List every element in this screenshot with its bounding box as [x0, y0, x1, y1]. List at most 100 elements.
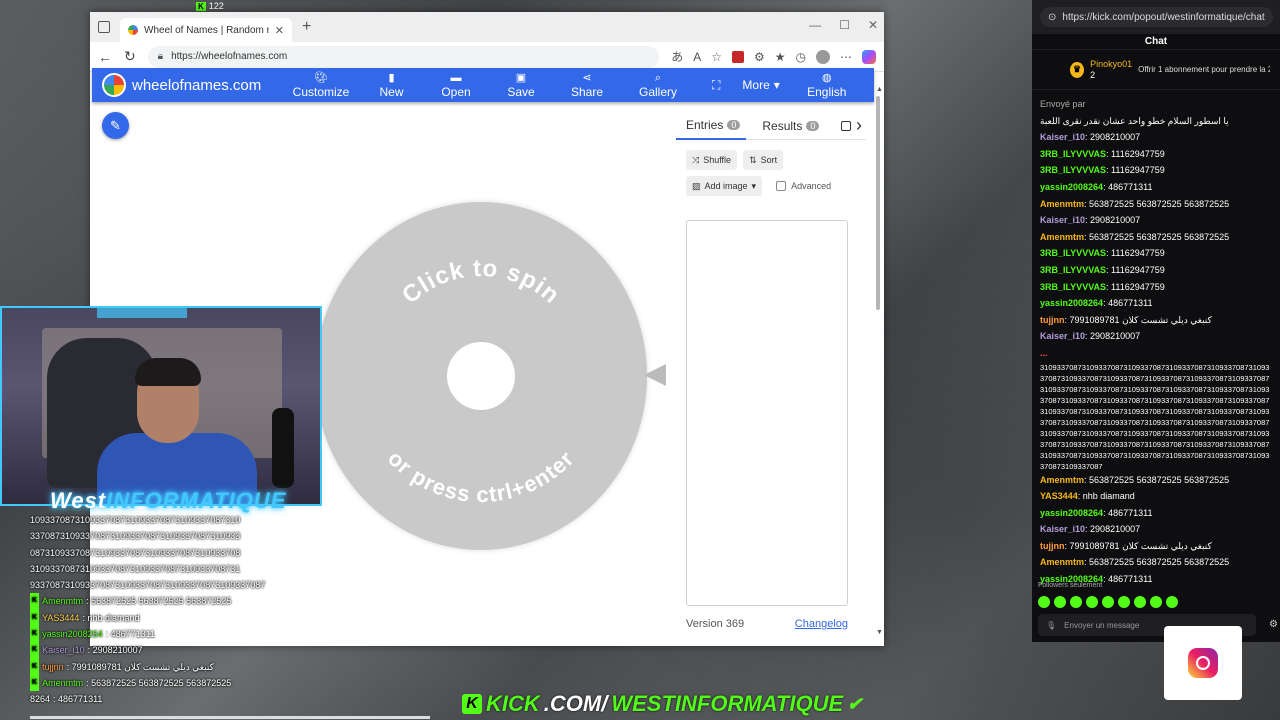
emote-icon[interactable] — [1070, 596, 1082, 608]
minimize-icon[interactable]: — — [809, 18, 821, 32]
emote-icon[interactable] — [1118, 596, 1130, 608]
window-controls: — ☐ ✕ — [809, 18, 878, 32]
new-tab-icon[interactable]: + — [302, 18, 311, 36]
back-icon[interactable]: ← — [98, 49, 112, 65]
kick-word: KICK — [486, 691, 540, 716]
maximize-icon[interactable]: ☐ — [839, 18, 850, 32]
chat-username[interactable]: Kaiser_i10 — [1040, 215, 1085, 225]
crown-icon: ♛ — [1070, 61, 1085, 78]
scrollbar-thumb[interactable] — [876, 96, 880, 310]
refresh-icon[interactable]: ↻ — [124, 48, 136, 65]
extension-icon[interactable] — [731, 50, 744, 63]
emote-icon[interactable] — [1086, 596, 1098, 608]
chat-username[interactable]: YAS3444 — [1040, 491, 1078, 501]
pinned-gift-banner[interactable]: ♛ Pinokyo01 2 Offrir 1 abonnement pour p… — [1032, 50, 1280, 90]
tab-entries[interactable]: Entries 0 — [676, 112, 747, 140]
emote-icon[interactable] — [1134, 596, 1146, 608]
search-icon: ⌕ — [654, 71, 662, 84]
chat-username[interactable]: Amenmtm — [1040, 475, 1084, 485]
chat-message: K Amenmtm: 563872525 563872525 563872525 — [30, 593, 290, 610]
chat-username[interactable]: Kaiser_i10 — [1040, 524, 1085, 534]
chat-username[interactable]: 3RB_ILYVVVAS — [1040, 282, 1106, 292]
open-button[interactable]: ▬ Open — [428, 72, 484, 99]
emote-icon[interactable] — [1166, 596, 1178, 608]
chat-username: 8264 — [30, 694, 51, 705]
chat-username[interactable]: Amenmtm — [1040, 232, 1084, 242]
advanced-checkbox[interactable] — [776, 181, 787, 191]
chat-username[interactable]: yassin2008264 — [1040, 508, 1103, 518]
chat-settings-gear-icon[interactable]: ⚙ — [1269, 619, 1278, 630]
favorites-icon[interactable]: ★ — [775, 50, 786, 64]
close-tab-icon[interactable]: ✕ — [275, 24, 284, 37]
kick-logo-icon: K — [462, 694, 482, 714]
emote-icon[interactable] — [1150, 596, 1162, 608]
tab-results[interactable]: Results 0 — [752, 112, 825, 140]
favorite-icon[interactable]: ☆ — [711, 50, 722, 64]
chat-username[interactable]: 3RB_ILYVVVAS — [1040, 265, 1106, 275]
gallery-button[interactable]: ⌕ Gallery — [616, 72, 700, 99]
advanced-label: Advanced — [791, 181, 832, 191]
chat-username[interactable]: yassin2008264 — [1040, 298, 1103, 308]
reply-label: Envoyé par — [1040, 99, 1086, 109]
chat-username[interactable]: tujjnn — [1040, 541, 1065, 551]
save-button[interactable]: ▣ Save — [484, 72, 558, 99]
copilot-icon[interactable] — [862, 49, 876, 64]
history-icon[interactable]: ◷ — [796, 50, 806, 64]
spin-wheel[interactable]: Click to spin or press ctrl+enter — [315, 202, 647, 550]
chat-username[interactable]: Kaiser_i10 — [1040, 132, 1085, 142]
share-button[interactable]: ⋖ Share — [558, 72, 616, 99]
chat-message: Kaiser_i10: 2908210007 — [1040, 129, 1272, 146]
svg-text:Click to spin: Click to spin — [397, 255, 565, 309]
chat-username[interactable]: Amenmtm — [1040, 199, 1084, 209]
shuffle-button[interactable]: ⤨ Shuffle — [686, 150, 738, 170]
entries-textarea[interactable] — [686, 220, 848, 606]
fullscreen-icon[interactable]: ⛶ — [700, 78, 732, 93]
chat-text: : 563872525 563872525 563872525 — [1084, 557, 1230, 568]
emote-icon[interactable] — [1038, 596, 1050, 608]
more-menu[interactable]: More ▾ — [732, 78, 789, 92]
hide-checkbox[interactable] — [841, 120, 852, 131]
chat-username[interactable]: Kaiser_i10 — [1040, 331, 1085, 341]
read-aloud-icon[interactable]: A — [693, 50, 701, 64]
extensions-icon[interactable]: ⚙ — [754, 50, 765, 64]
advanced-toggle[interactable]: Advanced — [776, 181, 831, 191]
page-scrollbar[interactable]: ▲ ▼ — [876, 86, 883, 636]
lock-icon[interactable]: 🔒︎ — [158, 51, 163, 62]
chat-username[interactable]: 3RB_ILYVVVAS — [1040, 165, 1106, 175]
chat-username[interactable]: ... — [1040, 348, 1048, 358]
chat-message: Kaiser_i10: 2908210007 — [1040, 521, 1272, 538]
translate-icon[interactable]: あ — [671, 48, 683, 65]
wheel-center[interactable] — [447, 342, 515, 410]
profile-avatar[interactable] — [816, 49, 830, 64]
menu-dots-icon[interactable]: ⋯ — [840, 50, 852, 64]
chat-username[interactable]: yassin2008264 — [1040, 182, 1103, 192]
emote-icon[interactable] — [1054, 596, 1066, 608]
chat-username[interactable]: 3RB_ILYVVVAS — [1040, 248, 1106, 258]
new-button[interactable]: ▮ New — [355, 72, 428, 99]
language-button[interactable]: ◍ English — [790, 72, 864, 99]
site-logo[interactable]: wheelofnames.com — [102, 73, 287, 97]
add-image-button[interactable]: ▨ Add image ▾ — [686, 176, 763, 196]
chat-message: 3RB_ILYVVVAS: 11162947759 — [1040, 162, 1272, 179]
scroll-down-icon[interactable]: ▼ — [876, 629, 883, 636]
chat-url-field[interactable]: ⊙ https://kick.com/popout/westinformatiq… — [1040, 7, 1273, 27]
chat-username: Amenmtm — [42, 677, 84, 688]
changelog-link[interactable]: Changelog — [795, 618, 848, 630]
pinned-user: Pinokyo01 2 — [1090, 59, 1132, 81]
microphone-icon[interactable]: 🎙︎ — [1046, 621, 1056, 630]
close-window-icon[interactable]: ✕ — [868, 18, 878, 32]
customize-button[interactable]: 🎨︎ Customize — [287, 72, 355, 99]
browser-tab[interactable]: Wheel of Names | Random name ✕ — [120, 18, 292, 42]
scroll-up-icon[interactable]: ▲ — [876, 86, 883, 93]
chat-username[interactable]: Amenmtm — [1040, 557, 1084, 567]
chat-username[interactable]: 3RB_ILYVVVAS — [1040, 149, 1106, 159]
sort-button[interactable]: ⇅ Sort — [743, 150, 784, 170]
tab-actions-icon[interactable] — [98, 21, 110, 33]
kick-badge-icon: K — [30, 626, 40, 643]
emote-icon[interactable] — [1102, 596, 1114, 608]
address-bar[interactable]: 🔒︎ https://wheelofnames.com — [147, 45, 660, 68]
site-info-icon[interactable]: ⊙ — [1048, 12, 1056, 23]
edit-pencil-icon[interactable]: ✎ — [102, 112, 129, 139]
chat-username[interactable]: tujjnn — [1040, 315, 1065, 325]
chevron-right-icon[interactable]: › — [856, 115, 862, 136]
